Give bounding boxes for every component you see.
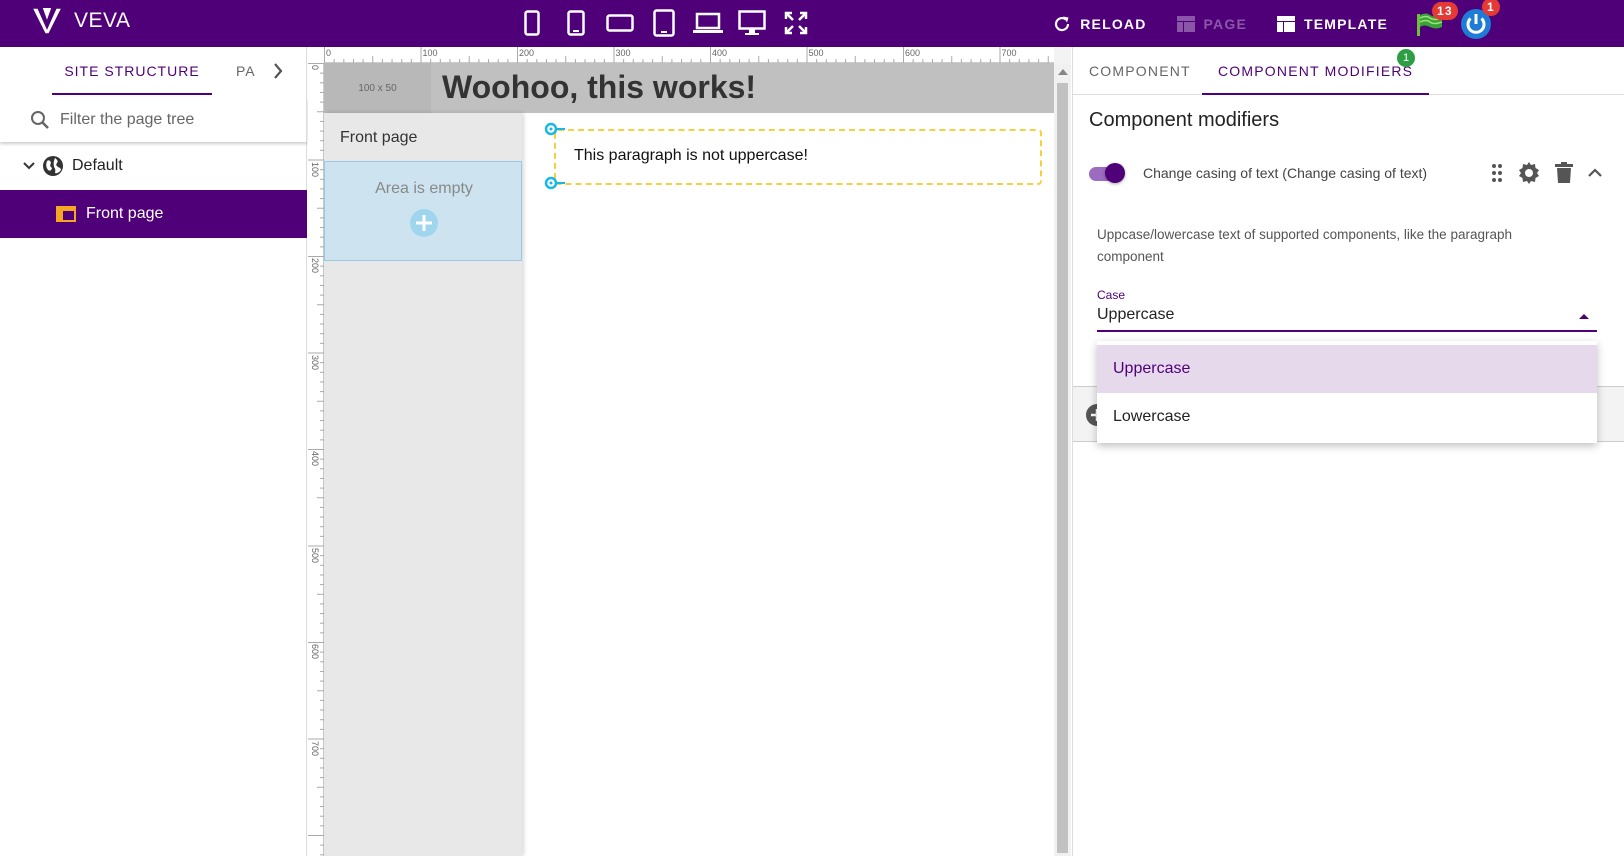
scroll-thumb[interactable]	[1057, 83, 1068, 853]
tab-pages[interactable]: PA	[236, 47, 256, 95]
toggle-thumb	[1105, 163, 1125, 183]
size-indicator: 100 x 50	[324, 63, 431, 113]
tree-item-label: Default	[72, 157, 123, 174]
fullscreen-icon[interactable]	[774, 7, 818, 39]
header-area[interactable]: 100 x 50 Woohoo, this works!	[324, 63, 1054, 113]
ruler-x-label: 0	[326, 48, 332, 58]
tree-item-front-page[interactable]: Front page	[0, 190, 307, 238]
tree-item-label: Front page	[86, 205, 164, 222]
ruler-x-label: 700	[1001, 48, 1017, 58]
page-tree-search	[0, 97, 307, 142]
ruler-y-label: 100	[310, 161, 320, 177]
ruler-y-label: 300	[310, 354, 320, 370]
laptop-icon[interactable]	[686, 7, 730, 39]
power-badge: 1	[1482, 0, 1500, 16]
caret-up-icon	[1579, 314, 1589, 319]
power-button[interactable]: 1	[1460, 0, 1500, 40]
page-heading[interactable]: Woohoo, this works!	[442, 69, 756, 106]
vertical-ruler: 0 100 200 300 400 500 600 700	[308, 63, 324, 856]
case-select[interactable]: Uppercase	[1097, 302, 1597, 332]
add-component-icon[interactable]	[409, 208, 439, 238]
canvas-scrollbar[interactable]	[1054, 63, 1071, 856]
ruler-x-label: 200	[519, 48, 535, 58]
ruler-y-label: 400	[310, 451, 320, 467]
side-title: Front page	[340, 129, 418, 146]
right-tabs: COMPONENT COMPONENT MODIFIERS 1	[1073, 47, 1624, 95]
desktop-icon[interactable]	[730, 7, 774, 39]
drag-handle-icon[interactable]	[544, 122, 566, 136]
ruler-y-label: 200	[310, 258, 320, 274]
page-preview: 100 x 50 Woohoo, this works! Front page …	[324, 63, 1054, 856]
case-dropdown-menu: Uppercase Lowercase	[1097, 341, 1597, 443]
case-select-value: Uppercase	[1097, 306, 1175, 323]
left-panel: SITE STRUCTURE PA Default Front page	[0, 47, 307, 856]
phone-small-icon[interactable]	[510, 7, 554, 39]
app-name: VEVA	[74, 9, 131, 32]
page-layout-icon	[1176, 15, 1195, 32]
empty-area[interactable]: Area is empty	[324, 161, 522, 261]
paragraph-component[interactable]: This paragraph is not uppercase!	[544, 122, 1042, 190]
delete-icon[interactable]	[1555, 162, 1573, 184]
chevron-right-icon	[272, 61, 284, 81]
ruler-corner	[308, 47, 324, 63]
app-logo[interactable]: VEVA	[32, 8, 130, 34]
horizontal-ruler: 0 100 200 300 400 500 600 700	[324, 47, 1054, 63]
ruler-x-label: 400	[712, 48, 728, 58]
option-lowercase[interactable]: Lowercase	[1097, 393, 1597, 441]
sidebar-area: Front page Area is empty	[324, 113, 522, 856]
paragraph-text: This paragraph is not uppercase!	[574, 147, 808, 164]
drag-handle-icon[interactable]	[544, 176, 566, 190]
veva-logo-icon	[32, 8, 62, 34]
ruler-x-label: 600	[905, 48, 921, 58]
ruler-x-label: 100	[422, 48, 438, 58]
search-input[interactable]	[60, 110, 300, 129]
ruler-y-label: 600	[310, 644, 320, 660]
flag-badge: 13	[1432, 1, 1458, 20]
preview-canvas: 0 100 200 300 400 500 600 700 0 100 200 300 400 500 6…	[308, 47, 1071, 856]
top-bar: VEVA RELOAD PAGE TEMPLATE 13 1	[0, 0, 1624, 47]
ruler-y-label: 500	[310, 547, 320, 563]
tree-item-default[interactable]: Default	[0, 142, 307, 190]
reload-icon	[1053, 15, 1071, 33]
reload-button[interactable]: RELOAD	[1053, 15, 1146, 33]
phone-icon[interactable]	[554, 7, 598, 39]
page-template-icon	[56, 206, 76, 222]
tabs-next-button[interactable]	[272, 61, 284, 81]
modifier-enabled-toggle[interactable]	[1089, 162, 1125, 184]
flag-button[interactable]: 13	[1416, 1, 1458, 36]
globe-icon	[42, 155, 64, 177]
right-panel: COMPONENT COMPONENT MODIFIERS 1 Componen…	[1072, 47, 1624, 856]
chevron-up-icon[interactable]	[1587, 167, 1603, 179]
device-preview-toolbar	[510, 7, 818, 39]
tab-site-structure[interactable]: SITE STRUCTURE	[52, 47, 212, 95]
drag-dots-icon[interactable]	[1491, 163, 1503, 183]
ruler-x-label: 300	[615, 48, 631, 58]
tab-component[interactable]: COMPONENT	[1089, 47, 1191, 95]
template-layout-icon	[1276, 15, 1295, 32]
search-icon	[30, 110, 50, 130]
tab-component-modifiers[interactable]: COMPONENT MODIFIERS	[1202, 47, 1430, 95]
page-button[interactable]: PAGE	[1176, 15, 1247, 32]
top-actions: RELOAD PAGE TEMPLATE 13 1	[1023, 0, 1500, 47]
phone-landscape-icon[interactable]	[598, 7, 642, 39]
modifier-actions	[1477, 161, 1603, 185]
chevron-down-icon[interactable]	[22, 161, 36, 171]
option-uppercase[interactable]: Uppercase	[1097, 345, 1597, 393]
ruler-y-label: 0	[310, 65, 320, 71]
case-field-label: Case	[1097, 288, 1126, 302]
gear-icon[interactable]	[1517, 161, 1541, 185]
template-button[interactable]: TEMPLATE	[1276, 15, 1388, 32]
modifier-header: Change casing of text (Change casing of …	[1073, 143, 1624, 203]
scroll-up-arrow[interactable]	[1058, 69, 1068, 75]
tablet-icon[interactable]	[642, 7, 686, 39]
left-tabs: SITE STRUCTURE PA	[0, 47, 307, 95]
modifier-description: Uppcase/lowercase text of supported comp…	[1097, 227, 1512, 264]
modifiers-count-badge: 1	[1397, 49, 1415, 67]
ruler-y-label: 700	[310, 740, 320, 756]
ruler-x-label: 500	[808, 48, 824, 58]
empty-area-text: Area is empty	[375, 180, 473, 197]
panel-title: Component modifiers	[1089, 109, 1280, 131]
modifier-title: Change casing of text (Change casing of …	[1143, 165, 1428, 181]
